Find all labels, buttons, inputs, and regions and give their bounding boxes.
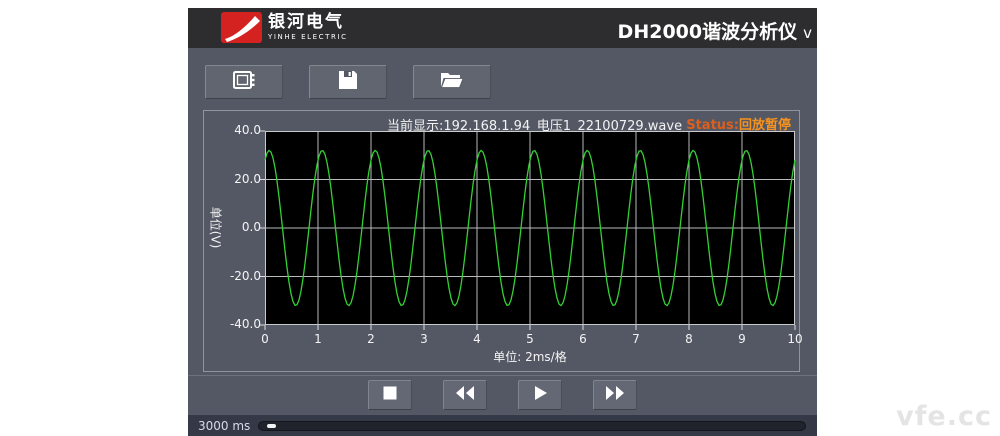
device-button[interactable]: [205, 65, 283, 99]
open-file-button[interactable]: [413, 65, 491, 99]
x-tick-label: 10: [782, 332, 808, 346]
app-title-version-cut: v: [803, 24, 812, 42]
x-tick-label: 1: [305, 332, 331, 346]
waveform-panel: 当前显示:192.168.1.94_电压1_22100729.wave Stat…: [203, 110, 800, 372]
open-folder-icon: [439, 68, 465, 96]
x-tick-label: 5: [517, 332, 543, 346]
y-tick-label: 0.0: [221, 220, 261, 234]
app-window: 银河电气 YINHE ELECTRIC DH2000谐波分析仪 v: [188, 8, 817, 436]
save-icon: [336, 68, 360, 96]
stop-icon: [380, 383, 400, 407]
brand-logo: 银河电气 YINHE ELECTRIC: [221, 12, 348, 43]
watermark: vfe.cc: [896, 401, 992, 432]
brand-name-en: YINHE ELECTRIC: [268, 34, 348, 41]
timeline-bar: 3000 ms: [188, 414, 817, 436]
x-axis-title: 单位: 2ms/格: [265, 348, 795, 365]
fast-forward-icon: [604, 383, 626, 407]
playback-controls: [188, 376, 817, 414]
brand-name-cn: 银河电气: [268, 14, 348, 31]
page: 银河电气 YINHE ELECTRIC DH2000谐波分析仪 v: [0, 0, 1000, 436]
y-tick-label: 20.0: [221, 172, 261, 186]
rewind-button[interactable]: [443, 380, 487, 410]
y-tick-label: 40.0: [221, 123, 261, 137]
waveform-plot: [265, 131, 795, 325]
y-axis-title: 单位(V): [208, 197, 225, 259]
x-tick-label: 6: [570, 332, 596, 346]
timeline-slider-handle[interactable]: [267, 424, 276, 428]
app-title: DH2000谐波分析仪 v: [618, 17, 812, 44]
device-icon: [231, 68, 257, 96]
x-tick-label: 7: [623, 332, 649, 346]
app-title-text: DH2000谐波分析仪: [618, 21, 798, 43]
x-tick-label: 0: [252, 332, 278, 346]
x-tick-label: 4: [464, 332, 490, 346]
save-button[interactable]: [309, 65, 387, 99]
timeline-slider[interactable]: [258, 421, 806, 431]
x-tick-label: 9: [729, 332, 755, 346]
play-icon: [530, 383, 550, 407]
play-button[interactable]: [518, 380, 562, 410]
title-bar: 银河电气 YINHE ELECTRIC DH2000谐波分析仪 v: [188, 8, 817, 48]
fast-forward-button[interactable]: [593, 380, 637, 410]
x-tick-label: 3: [411, 332, 437, 346]
x-tick-label: 8: [676, 332, 702, 346]
rewind-icon: [454, 383, 476, 407]
y-tick-label: -40.0: [221, 317, 261, 331]
brand-text: 银河电气 YINHE ELECTRIC: [268, 14, 348, 41]
y-tick-label: -20.0: [221, 269, 261, 283]
time-position-label: 3000 ms: [198, 419, 250, 433]
x-tick-label: 2: [358, 332, 384, 346]
logo-icon: [221, 12, 262, 43]
stop-button[interactable]: [368, 380, 412, 410]
